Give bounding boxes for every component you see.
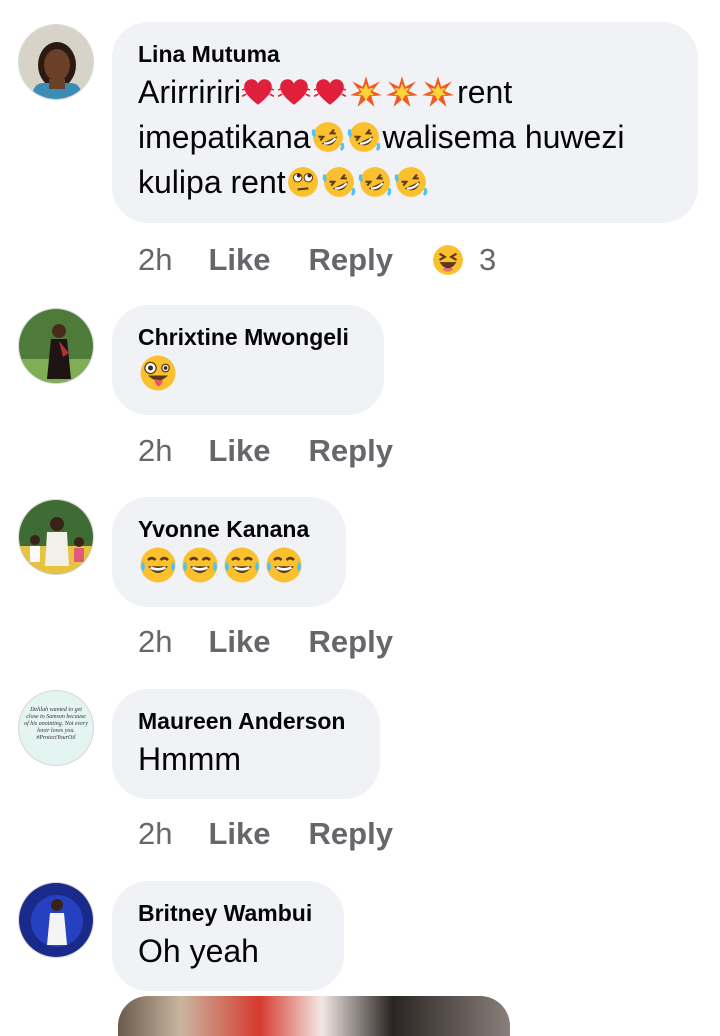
author-name[interactable]: Chrixtine Mwongeli — [138, 321, 358, 353]
zany-face-icon — [138, 353, 178, 393]
heart-pulse-icon — [277, 75, 311, 109]
image-attachment[interactable] — [118, 996, 510, 1036]
avatar[interactable] — [18, 882, 94, 958]
reply-button[interactable]: Reply — [309, 433, 393, 469]
avatar[interactable] — [18, 499, 94, 575]
comment-line: imepatikana walisema huwezi — [138, 115, 672, 160]
avatar-quote-text: Delilah wanted to get close to Samson be… — [24, 707, 88, 741]
rofl-icon — [347, 120, 381, 154]
comment-actions: 2h Like Reply — [138, 814, 431, 854]
like-button[interactable]: Like — [208, 624, 270, 660]
comment-text — [138, 545, 320, 591]
comment-text — [138, 353, 358, 399]
reply-button[interactable]: Reply — [309, 242, 393, 278]
collision-icon — [421, 75, 455, 109]
tears-of-joy-icon — [138, 545, 178, 585]
collision-icon — [349, 75, 383, 109]
text-segment: kulipa rent — [138, 164, 286, 200]
like-button[interactable]: Like — [208, 433, 270, 469]
heart-pulse-icon — [313, 75, 347, 109]
text-segment: rent — [457, 74, 513, 110]
tears-of-joy-icon — [264, 545, 304, 585]
comment-text: Oh yeah — [138, 933, 259, 969]
author-name[interactable]: Britney Wambui — [138, 897, 318, 929]
heart-pulse-icon — [241, 75, 275, 109]
comment-line: kulipa rent — [138, 160, 672, 205]
comment-actions: 2h Like Reply 3 — [138, 240, 496, 280]
text-segment: Arirririri — [138, 74, 242, 110]
author-name[interactable]: Yvonne Kanana — [138, 513, 320, 545]
rofl-icon — [394, 165, 428, 199]
avatar[interactable] — [18, 24, 94, 100]
comment-actions: 2h Like Reply — [138, 431, 431, 471]
comment-line: Arirririri rent — [138, 70, 672, 115]
like-button[interactable]: Like — [208, 242, 270, 278]
timestamp[interactable]: 2h — [138, 242, 172, 278]
tears-of-joy-icon — [222, 545, 262, 585]
timestamp[interactable]: 2h — [138, 624, 172, 660]
timestamp[interactable]: 2h — [138, 433, 172, 469]
rofl-icon — [322, 165, 356, 199]
text-segment: imepatikana — [138, 119, 311, 155]
rofl-icon — [311, 120, 345, 154]
reply-button[interactable]: Reply — [309, 816, 393, 852]
avatar[interactable] — [18, 308, 94, 384]
tears-of-joy-icon — [180, 545, 220, 585]
comment-text: Arirririri rent imepatikana walisema huwez… — [138, 70, 672, 205]
comment-bubble: Chrixtine Mwongeli — [112, 305, 384, 415]
reaction-count: 3 — [478, 242, 497, 277]
comment-bubble: Lina Mutuma Arirririri rent imepatikana wa… — [112, 22, 698, 223]
comment-bubble: Yvonne Kanana — [112, 497, 346, 607]
like-button[interactable]: Like — [208, 816, 270, 852]
collision-icon — [385, 75, 419, 109]
comment-text: Hmmm — [138, 741, 242, 777]
comment-bubble: Maureen Anderson Hmmm — [112, 689, 380, 799]
timestamp[interactable]: 2h — [138, 816, 172, 852]
comment-actions: 2h Like Reply — [138, 622, 431, 662]
rofl-icon — [358, 165, 392, 199]
comment-bubble: Britney Wambui Oh yeah — [112, 881, 344, 991]
author-name[interactable]: Maureen Anderson — [138, 705, 354, 737]
author-name[interactable]: Lina Mutuma — [138, 38, 672, 70]
reply-button[interactable]: Reply — [309, 624, 393, 660]
text-segment: walisema huwezi — [382, 119, 625, 155]
laughing-reaction-icon — [431, 243, 465, 277]
reaction-summary[interactable]: 3 — [431, 242, 496, 278]
avatar[interactable]: Delilah wanted to get close to Samson be… — [18, 690, 94, 766]
eye-roll-icon — [286, 165, 320, 199]
